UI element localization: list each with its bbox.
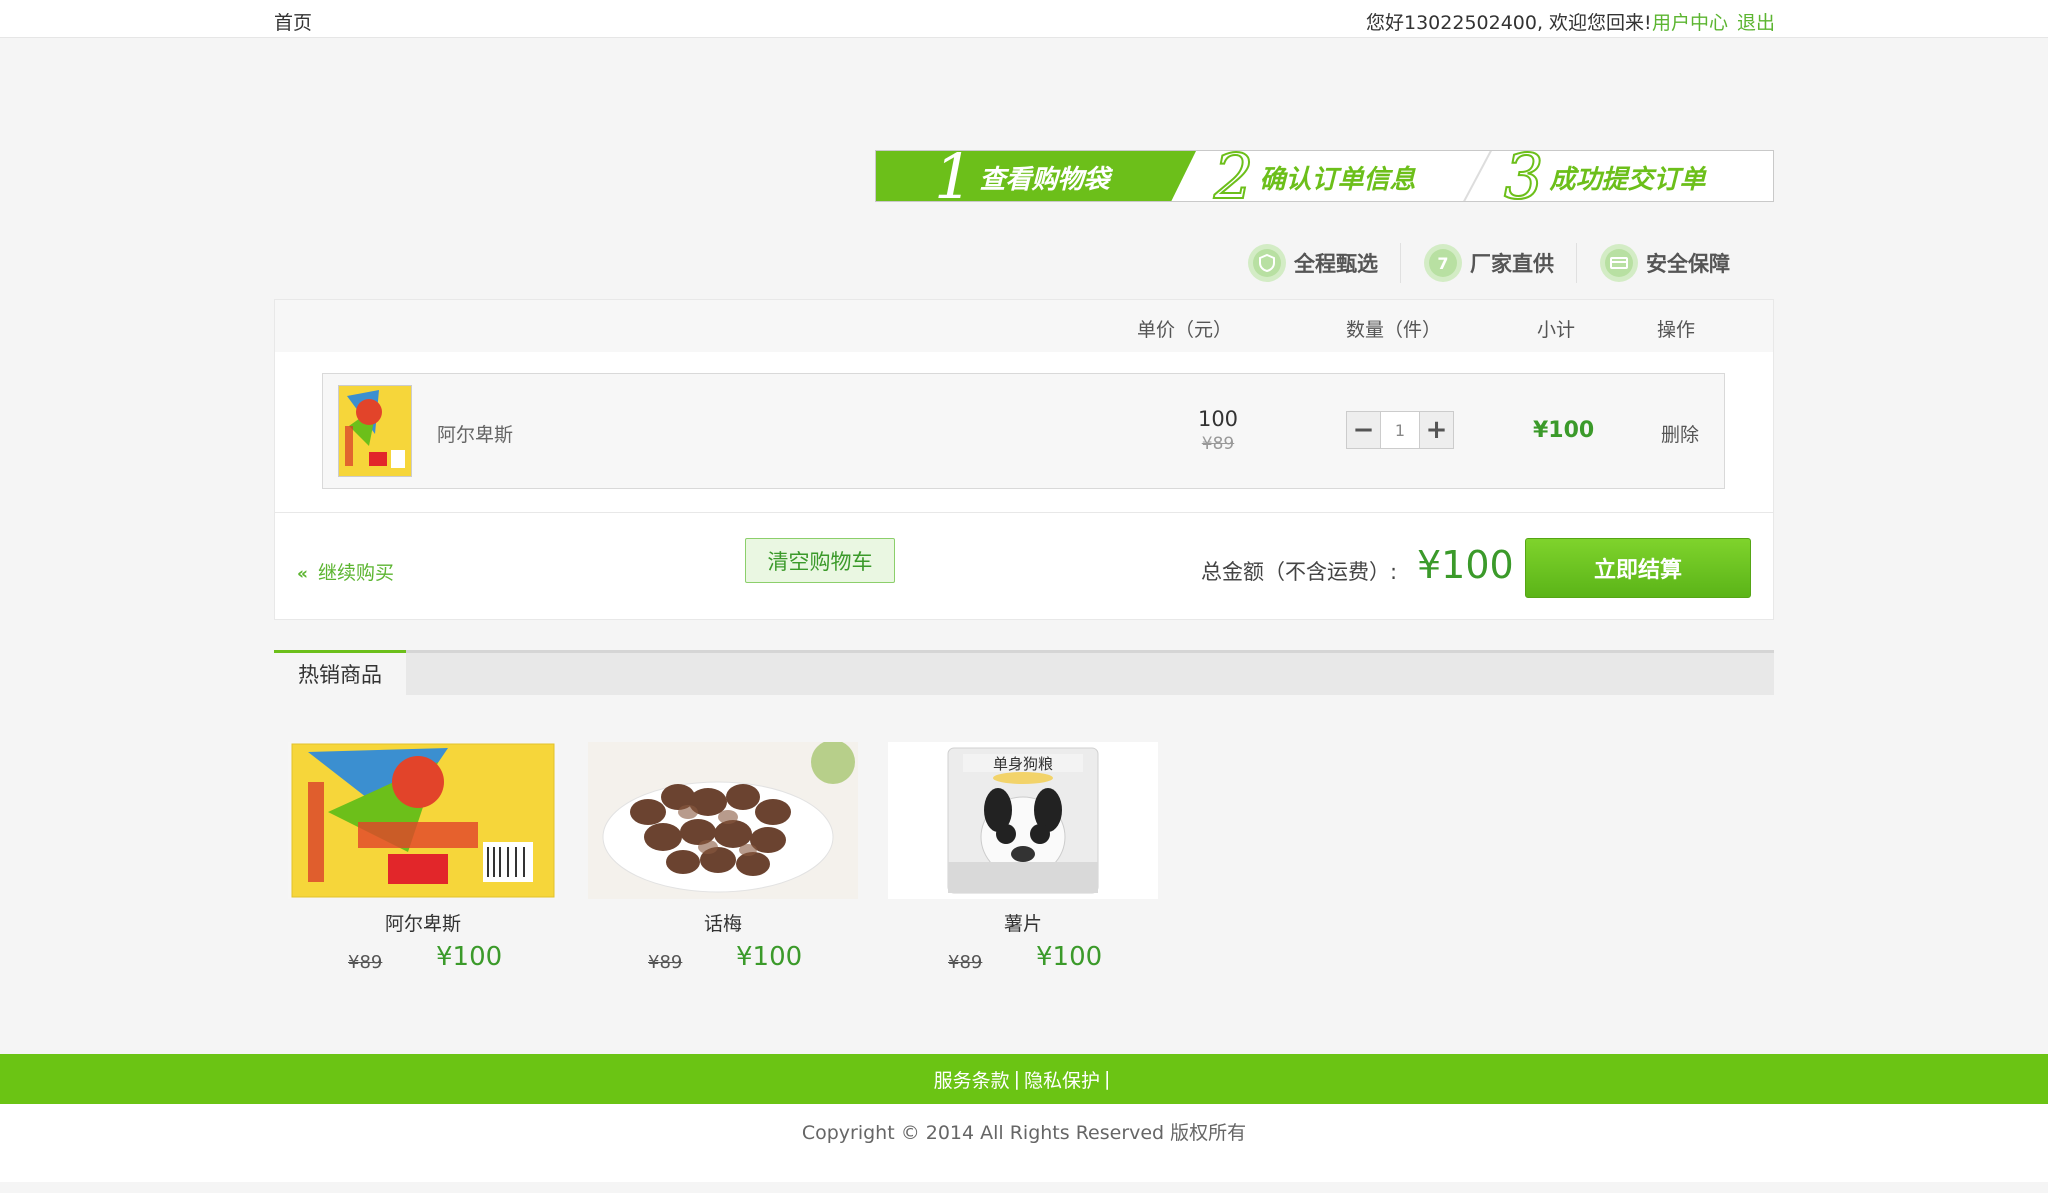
total-amount: ¥100 bbox=[1417, 543, 1514, 587]
cart-panel: 单价（元） 数量（件） 小计 操作 阿尔卑斯 100 ¥89 − 1 + ¥10… bbox=[274, 299, 1774, 620]
guarantee-selection: 全程甄选 bbox=[1248, 243, 1378, 283]
product-image[interactable] bbox=[288, 742, 558, 899]
step-2: 2 确认订单信息 bbox=[1213, 150, 1416, 202]
clear-cart-button[interactable]: 清空购物车 bbox=[745, 538, 895, 583]
total-label: 总金额（不含运费）: bbox=[1201, 560, 1398, 584]
product-name[interactable]: 阿尔卑斯 bbox=[288, 909, 558, 936]
step-number: 2 bbox=[1213, 150, 1254, 202]
sale-price: ¥100 bbox=[1036, 942, 1103, 972]
original-price: ¥89 bbox=[948, 952, 983, 973]
sale-price: ¥100 bbox=[736, 942, 803, 972]
step-number: 1 bbox=[934, 150, 974, 202]
user-center-link[interactable]: 用户中心 bbox=[1652, 8, 1728, 35]
product-card[interactable]: 话梅 ¥89 ¥100 bbox=[588, 742, 858, 982]
divider bbox=[1576, 243, 1577, 283]
product-thumbnail[interactable] bbox=[338, 385, 412, 477]
step-3: 3 成功提交订单 bbox=[1503, 150, 1706, 202]
header-price: 单价（元） bbox=[1137, 319, 1233, 341]
divider bbox=[1400, 243, 1401, 283]
cart-footer: « 继续购买 清空购物车 总金额（不含运费）: ¥100 立即结算 bbox=[275, 512, 1773, 620]
checkout-button[interactable]: 立即结算 bbox=[1525, 538, 1751, 598]
guarantee-label: 厂家直供 bbox=[1470, 252, 1554, 276]
product-card[interactable]: 单身狗粮 薯片 ¥89 ¥100 bbox=[888, 742, 1158, 982]
product-name[interactable]: 阿尔卑斯 bbox=[437, 420, 513, 447]
hot-products-bar: 热销商品 bbox=[274, 650, 1774, 695]
footer-links-bar: 服务条款 | 隐私保护 | bbox=[0, 1054, 2048, 1104]
increase-button[interactable]: + bbox=[1419, 411, 1454, 449]
step-1: 1 查看购物袋 bbox=[934, 150, 1110, 202]
product-name[interactable]: 话梅 bbox=[588, 909, 858, 936]
shield-icon bbox=[1248, 244, 1286, 282]
privacy-link[interactable]: 隐私保护 bbox=[1024, 1066, 1100, 1093]
step-number: 3 bbox=[1503, 150, 1544, 202]
quantity-stepper: − 1 + bbox=[1346, 411, 1454, 449]
double-chevron-left-icon: « bbox=[297, 564, 308, 584]
welcome-text: 您好13022502400, 欢迎您回来! bbox=[1366, 12, 1652, 34]
delete-link[interactable]: 删除 bbox=[1661, 420, 1699, 447]
step-label: 成功提交订单 bbox=[1549, 164, 1706, 195]
original-price: ¥89 bbox=[1201, 434, 1235, 454]
sale-price: ¥100 bbox=[436, 942, 503, 972]
header-quantity: 数量（件） bbox=[1346, 319, 1442, 341]
product-image[interactable] bbox=[588, 742, 858, 899]
continue-label: 继续购买 bbox=[317, 562, 394, 584]
guarantee-label: 全程甄选 bbox=[1294, 252, 1378, 276]
step-label: 查看购物袋 bbox=[979, 164, 1110, 195]
seven-days-icon: 7 bbox=[1424, 244, 1462, 282]
header-subtotal: 小计 bbox=[1537, 319, 1576, 341]
header-operations: 操作 bbox=[1657, 319, 1696, 341]
copyright: Copyright © 2014 All Rights Reserved 版权所… bbox=[0, 1104, 2048, 1182]
secure-card-icon bbox=[1600, 244, 1638, 282]
product-name[interactable]: 薯片 bbox=[888, 909, 1158, 936]
guarantee-factory: 7 厂家直供 bbox=[1424, 243, 1554, 283]
separator: | bbox=[1013, 1068, 1020, 1090]
original-price: ¥89 bbox=[348, 952, 383, 973]
subtotal: ¥100 bbox=[1533, 418, 1595, 443]
original-price: ¥89 bbox=[648, 952, 683, 973]
package-text: 单身狗粮 bbox=[993, 756, 1053, 773]
product-card[interactable]: 阿尔卑斯 ¥89 ¥100 bbox=[288, 742, 558, 982]
step-divider bbox=[1462, 151, 1492, 201]
logout-link[interactable]: 退出 bbox=[1737, 8, 1775, 35]
guarantee-label: 安全保障 bbox=[1646, 252, 1730, 276]
cart-table-header: 单价（元） 数量（件） 小计 操作 bbox=[275, 300, 1773, 352]
separator: | bbox=[1104, 1068, 1111, 1090]
step-label: 确认订单信息 bbox=[1259, 164, 1416, 195]
guarantee-security: 安全保障 bbox=[1600, 243, 1730, 283]
decrease-button[interactable]: − bbox=[1346, 411, 1381, 449]
cart-item-row: 阿尔卑斯 100 ¥89 − 1 + ¥100 删除 bbox=[322, 373, 1725, 489]
tab-hot-products[interactable]: 热销商品 bbox=[274, 650, 406, 695]
unit-price: 100 bbox=[1197, 407, 1239, 431]
quantity-input[interactable]: 1 bbox=[1381, 411, 1419, 449]
top-bar: 首页 您好13022502400, 欢迎您回来! 用户中心 退出 bbox=[0, 0, 2048, 38]
home-link[interactable]: 首页 bbox=[274, 8, 312, 35]
terms-link[interactable]: 服务条款 bbox=[934, 1066, 1010, 1093]
checkout-steps: 1 查看购物袋 2 确认订单信息 3 成功提交订单 bbox=[875, 150, 1774, 202]
continue-shopping-link[interactable]: « 继续购买 bbox=[297, 558, 394, 585]
product-image[interactable]: 单身狗粮 bbox=[888, 742, 1158, 899]
